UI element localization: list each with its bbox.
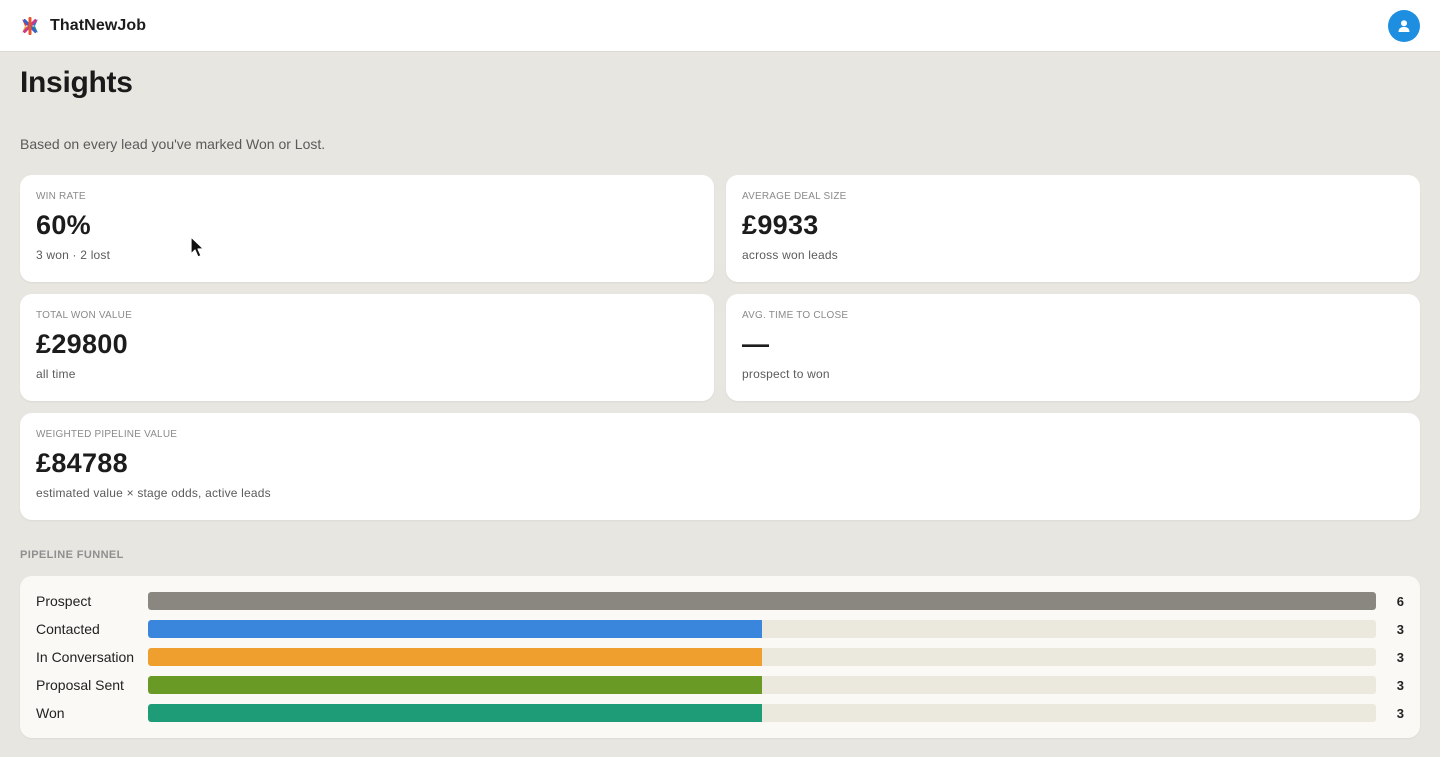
user-avatar-button[interactable] — [1388, 9, 1420, 42]
funnel-stage-label: Proposal Sent — [36, 677, 124, 693]
total-won-value-note: all time — [36, 367, 76, 381]
weighted-pipeline-value-note: estimated value × stage odds, active lea… — [36, 486, 271, 500]
avg-time-to-close-value: — — [742, 329, 770, 359]
funnel-row-prospect: Prospect 6 — [36, 592, 1404, 610]
asterisk-logo-icon — [22, 16, 38, 35]
funnel-stage-count: 3 — [1396, 621, 1404, 637]
funnel-bar-fill — [148, 592, 1376, 610]
funnel-stage-count: 3 — [1396, 649, 1404, 665]
win-rate-label: WIN RATE — [36, 191, 86, 202]
funnel-bar-fill — [148, 676, 762, 694]
page-subtitle: Based on every lead you've marked Won or… — [20, 136, 326, 152]
avg-time-to-close-card: AVG. TIME TO CLOSE — prospect to won — [726, 294, 1420, 401]
brand-home-link[interactable]: ThatNewJob — [20, 16, 146, 36]
weighted-pipeline-value-label: WEIGHTED PIPELINE VALUE — [36, 429, 178, 440]
funnel-bar-track — [148, 648, 1376, 666]
avg-time-to-close-label: AVG. TIME TO CLOSE — [742, 310, 849, 321]
win-rate-value: 60% — [36, 210, 91, 240]
average-deal-size-card: AVERAGE DEAL SIZE £9933 across won leads — [726, 175, 1420, 282]
funnel-stage-label: Contacted — [36, 621, 100, 637]
pipeline-funnel-heading: PIPELINE FUNNEL — [20, 549, 124, 561]
win-rate-card: WIN RATE 60% 3 won · 2 lost — [20, 175, 714, 282]
total-won-value-label: TOTAL WON VALUE — [36, 310, 132, 321]
average-deal-size-label: AVERAGE DEAL SIZE — [742, 191, 847, 202]
top-bar: ThatNewJob — [0, 0, 1440, 52]
weighted-pipeline-value: £84788 — [36, 448, 128, 478]
avg-time-to-close-note: prospect to won — [742, 367, 830, 381]
weighted-pipeline-value-card: WEIGHTED PIPELINE VALUE £84788 estimated… — [20, 413, 1420, 520]
funnel-bar-fill — [148, 620, 762, 638]
funnel-stage-count: 6 — [1396, 593, 1404, 609]
brand-name: ThatNewJob — [50, 16, 147, 34]
funnel-bar-track — [148, 592, 1376, 610]
user-icon — [1398, 19, 1410, 32]
page-title: Insights — [20, 66, 133, 99]
average-deal-size-note: across won leads — [742, 248, 838, 262]
funnel-bar-track — [148, 676, 1376, 694]
funnel-bar-track — [148, 620, 1376, 638]
funnel-stage-count: 3 — [1396, 677, 1404, 693]
funnel-row-proposal-sent: Proposal Sent 3 — [36, 676, 1404, 694]
funnel-stage-label: Prospect — [36, 593, 92, 609]
funnel-stage-label: Won — [36, 705, 65, 721]
funnel-stage-label: In Conversation — [36, 649, 135, 665]
funnel-stage-count: 3 — [1396, 705, 1404, 721]
funnel-bar-fill — [148, 704, 762, 722]
funnel-row-in-conversation: In Conversation 3 — [36, 648, 1404, 666]
funnel-bar-track — [148, 704, 1376, 722]
win-rate-breakdown: 3 won · 2 lost — [36, 248, 111, 262]
pipeline-funnel: Prospect 6 Contacted 3 In Conversation 3… — [20, 576, 1420, 738]
funnel-bar-fill — [148, 648, 762, 666]
total-won-value-card: TOTAL WON VALUE £29800 all time — [20, 294, 714, 401]
funnel-row-contacted: Contacted 3 — [36, 620, 1404, 638]
total-won-value: £29800 — [36, 329, 128, 359]
funnel-row-won: Won 3 — [36, 704, 1404, 722]
average-deal-size-value: £9933 — [742, 210, 819, 240]
